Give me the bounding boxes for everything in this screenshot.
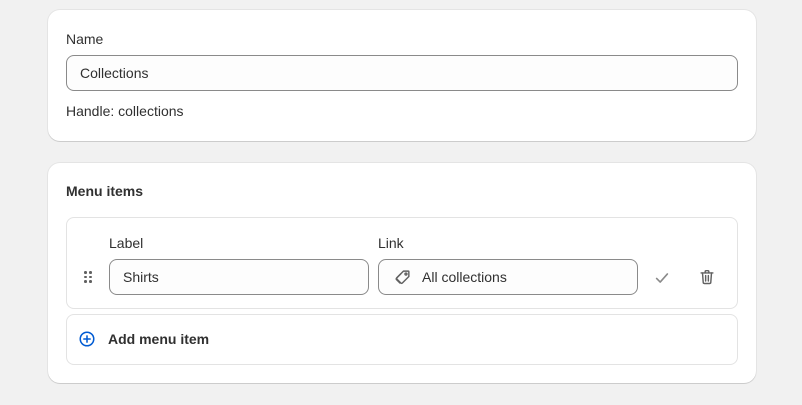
name-label: Name: [66, 31, 104, 47]
trash-icon: [698, 268, 716, 291]
add-menu-item-button[interactable]: Add menu item: [78, 330, 209, 348]
add-menu-item-label: Add menu item: [108, 331, 210, 347]
delete-button[interactable]: [693, 265, 721, 293]
add-menu-item-box: Add menu item: [66, 314, 738, 365]
handle-text: Handle: collections: [66, 103, 184, 119]
link-heading: Link: [378, 235, 404, 251]
menu-item-link-input[interactable]: All collections: [378, 259, 638, 295]
label-heading: Label: [109, 235, 144, 251]
checkmark-icon: [653, 269, 671, 292]
name-card: Name Handle: collections: [48, 10, 756, 141]
menu-item-row: Label Link All collections: [66, 217, 738, 309]
menu-item-link-value: All collections: [422, 269, 507, 285]
drag-handle-icon[interactable]: [84, 271, 92, 283]
name-input[interactable]: [66, 55, 738, 91]
menu-item-label-input[interactable]: [109, 259, 369, 295]
menu-items-title: Menu items: [66, 183, 144, 199]
menu-items-card: Menu items Label Link All collections: [48, 163, 756, 383]
confirm-button[interactable]: [648, 266, 676, 294]
plus-circle-icon: [78, 330, 96, 348]
tag-icon: [393, 267, 413, 287]
